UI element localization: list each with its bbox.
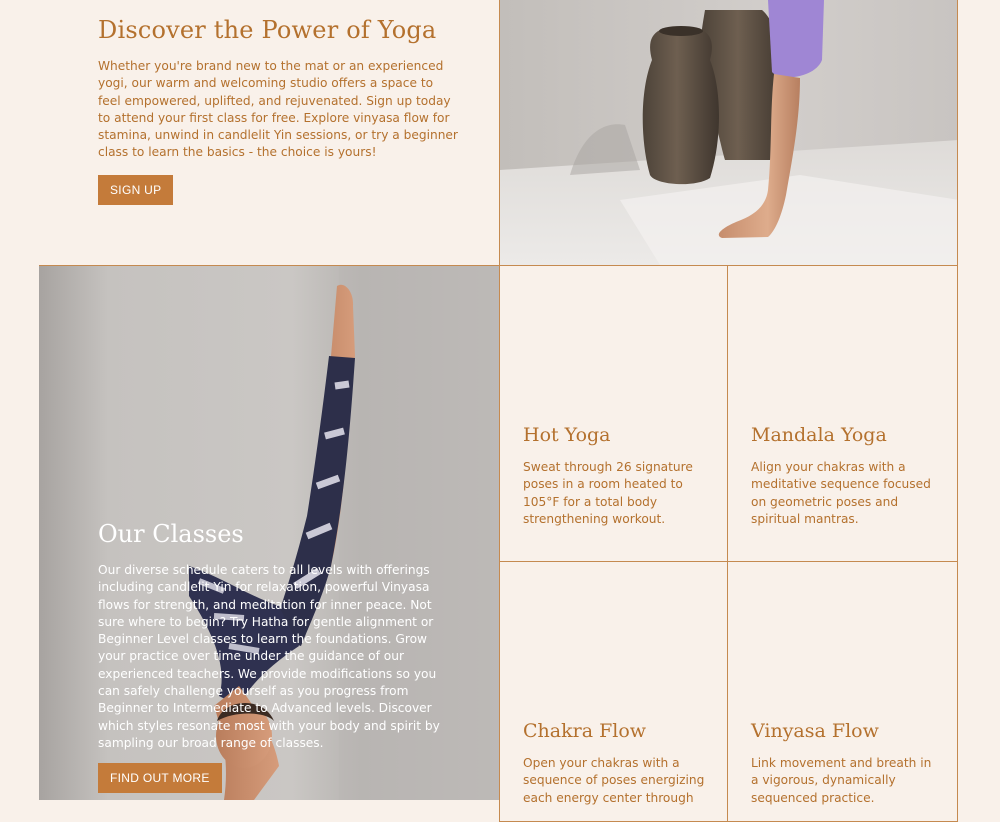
hero-description: Whether you're brand new to the mat or a… xyxy=(98,59,458,160)
class-card-title: Hot Yoga xyxy=(523,424,611,446)
hero-section: Discover the Power of Yoga Whether you'r… xyxy=(98,16,458,205)
hero-title: Discover the Power of Yoga xyxy=(98,16,437,44)
class-card-title: Mandala Yoga xyxy=(751,424,887,446)
hero-yoga-image xyxy=(500,0,957,265)
classes-section: Our Classes Our diverse schedule caters … xyxy=(98,520,443,794)
class-card-mandala-yoga[interactable]: Mandala Yoga Align your chakras with a m… xyxy=(728,266,958,562)
class-card-description: Open your chakras with a sequence of pos… xyxy=(523,756,705,805)
class-card-chakra-flow[interactable]: Chakra Flow Open your chakras with a seq… xyxy=(499,562,728,822)
class-card-description: Align your chakras with a meditative seq… xyxy=(751,460,931,526)
class-card-description: Sweat through 26 signature poses in a ro… xyxy=(523,460,693,526)
class-card-description: Link movement and breath in a vigorous, … xyxy=(751,756,932,805)
class-card-title: Vinyasa Flow xyxy=(751,720,879,742)
class-card-title: Chakra Flow xyxy=(523,720,647,742)
sign-up-button[interactable]: SIGN UP xyxy=(98,174,174,205)
find-out-more-button[interactable]: FIND OUT MORE xyxy=(98,763,222,794)
classes-title: Our Classes xyxy=(98,520,244,548)
hero-photo xyxy=(499,0,958,265)
class-card-hot-yoga[interactable]: Hot Yoga Sweat through 26 signature pose… xyxy=(499,266,728,562)
classes-description: Our diverse schedule caters to all level… xyxy=(98,563,440,750)
class-card-vinyasa-flow[interactable]: Vinyasa Flow Link movement and breath in… xyxy=(728,562,958,822)
